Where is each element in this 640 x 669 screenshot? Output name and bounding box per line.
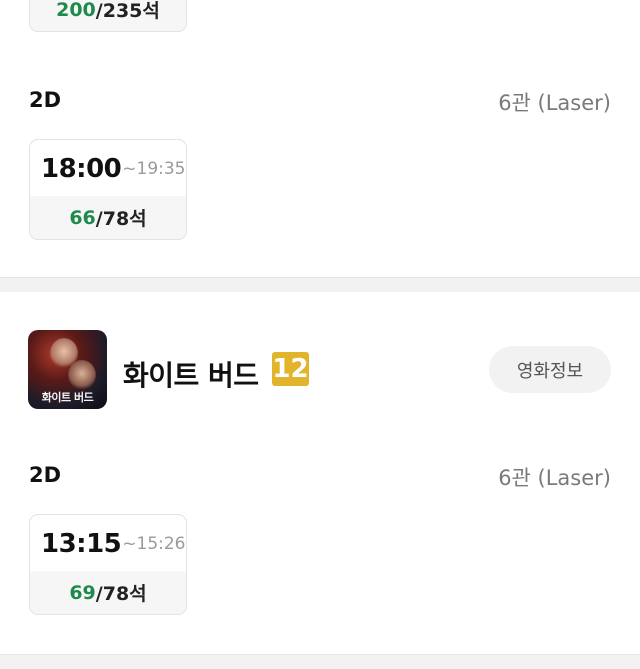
screen-label: 6관 (Laser) (498, 466, 611, 490)
showtime-card-previous[interactable]: 200/235석 (29, 0, 187, 32)
end-time: ~15:26 (122, 534, 186, 554)
seats-available: 200 (56, 0, 96, 21)
format-label: 2D (29, 463, 62, 487)
movie-title[interactable]: 화이트 버드 (123, 354, 259, 394)
seats-total: /78석 (95, 208, 147, 230)
seats-total: /235석 (95, 0, 160, 22)
start-time: 18:00 (41, 154, 122, 184)
section-divider (0, 654, 640, 669)
seat-count: 200/235석 (30, 0, 186, 31)
showtime-card[interactable]: 13:15 ~15:26 69/78석 (29, 514, 187, 615)
seat-count: 69/78석 (30, 571, 186, 614)
seats-total: /78석 (95, 583, 147, 605)
seats-available: 66 (69, 206, 96, 229)
seats-available: 69 (69, 581, 96, 604)
movie-poster[interactable]: 화이트 버드 (28, 330, 107, 409)
format-label: 2D (29, 88, 62, 112)
poster-figure (68, 360, 96, 390)
poster-title: 화이트 버드 (41, 391, 94, 404)
seat-count: 66/78석 (30, 196, 186, 239)
age-rating-badge: 12 (272, 352, 309, 386)
end-time: ~19:35 (122, 159, 186, 179)
section-divider (0, 277, 640, 292)
showtime-card[interactable]: 18:00 ~19:35 66/78석 (29, 139, 187, 240)
screen-label: 6관 (Laser) (498, 91, 611, 115)
movie-info-button[interactable]: 영화정보 (489, 346, 611, 393)
start-time: 13:15 (41, 529, 122, 559)
